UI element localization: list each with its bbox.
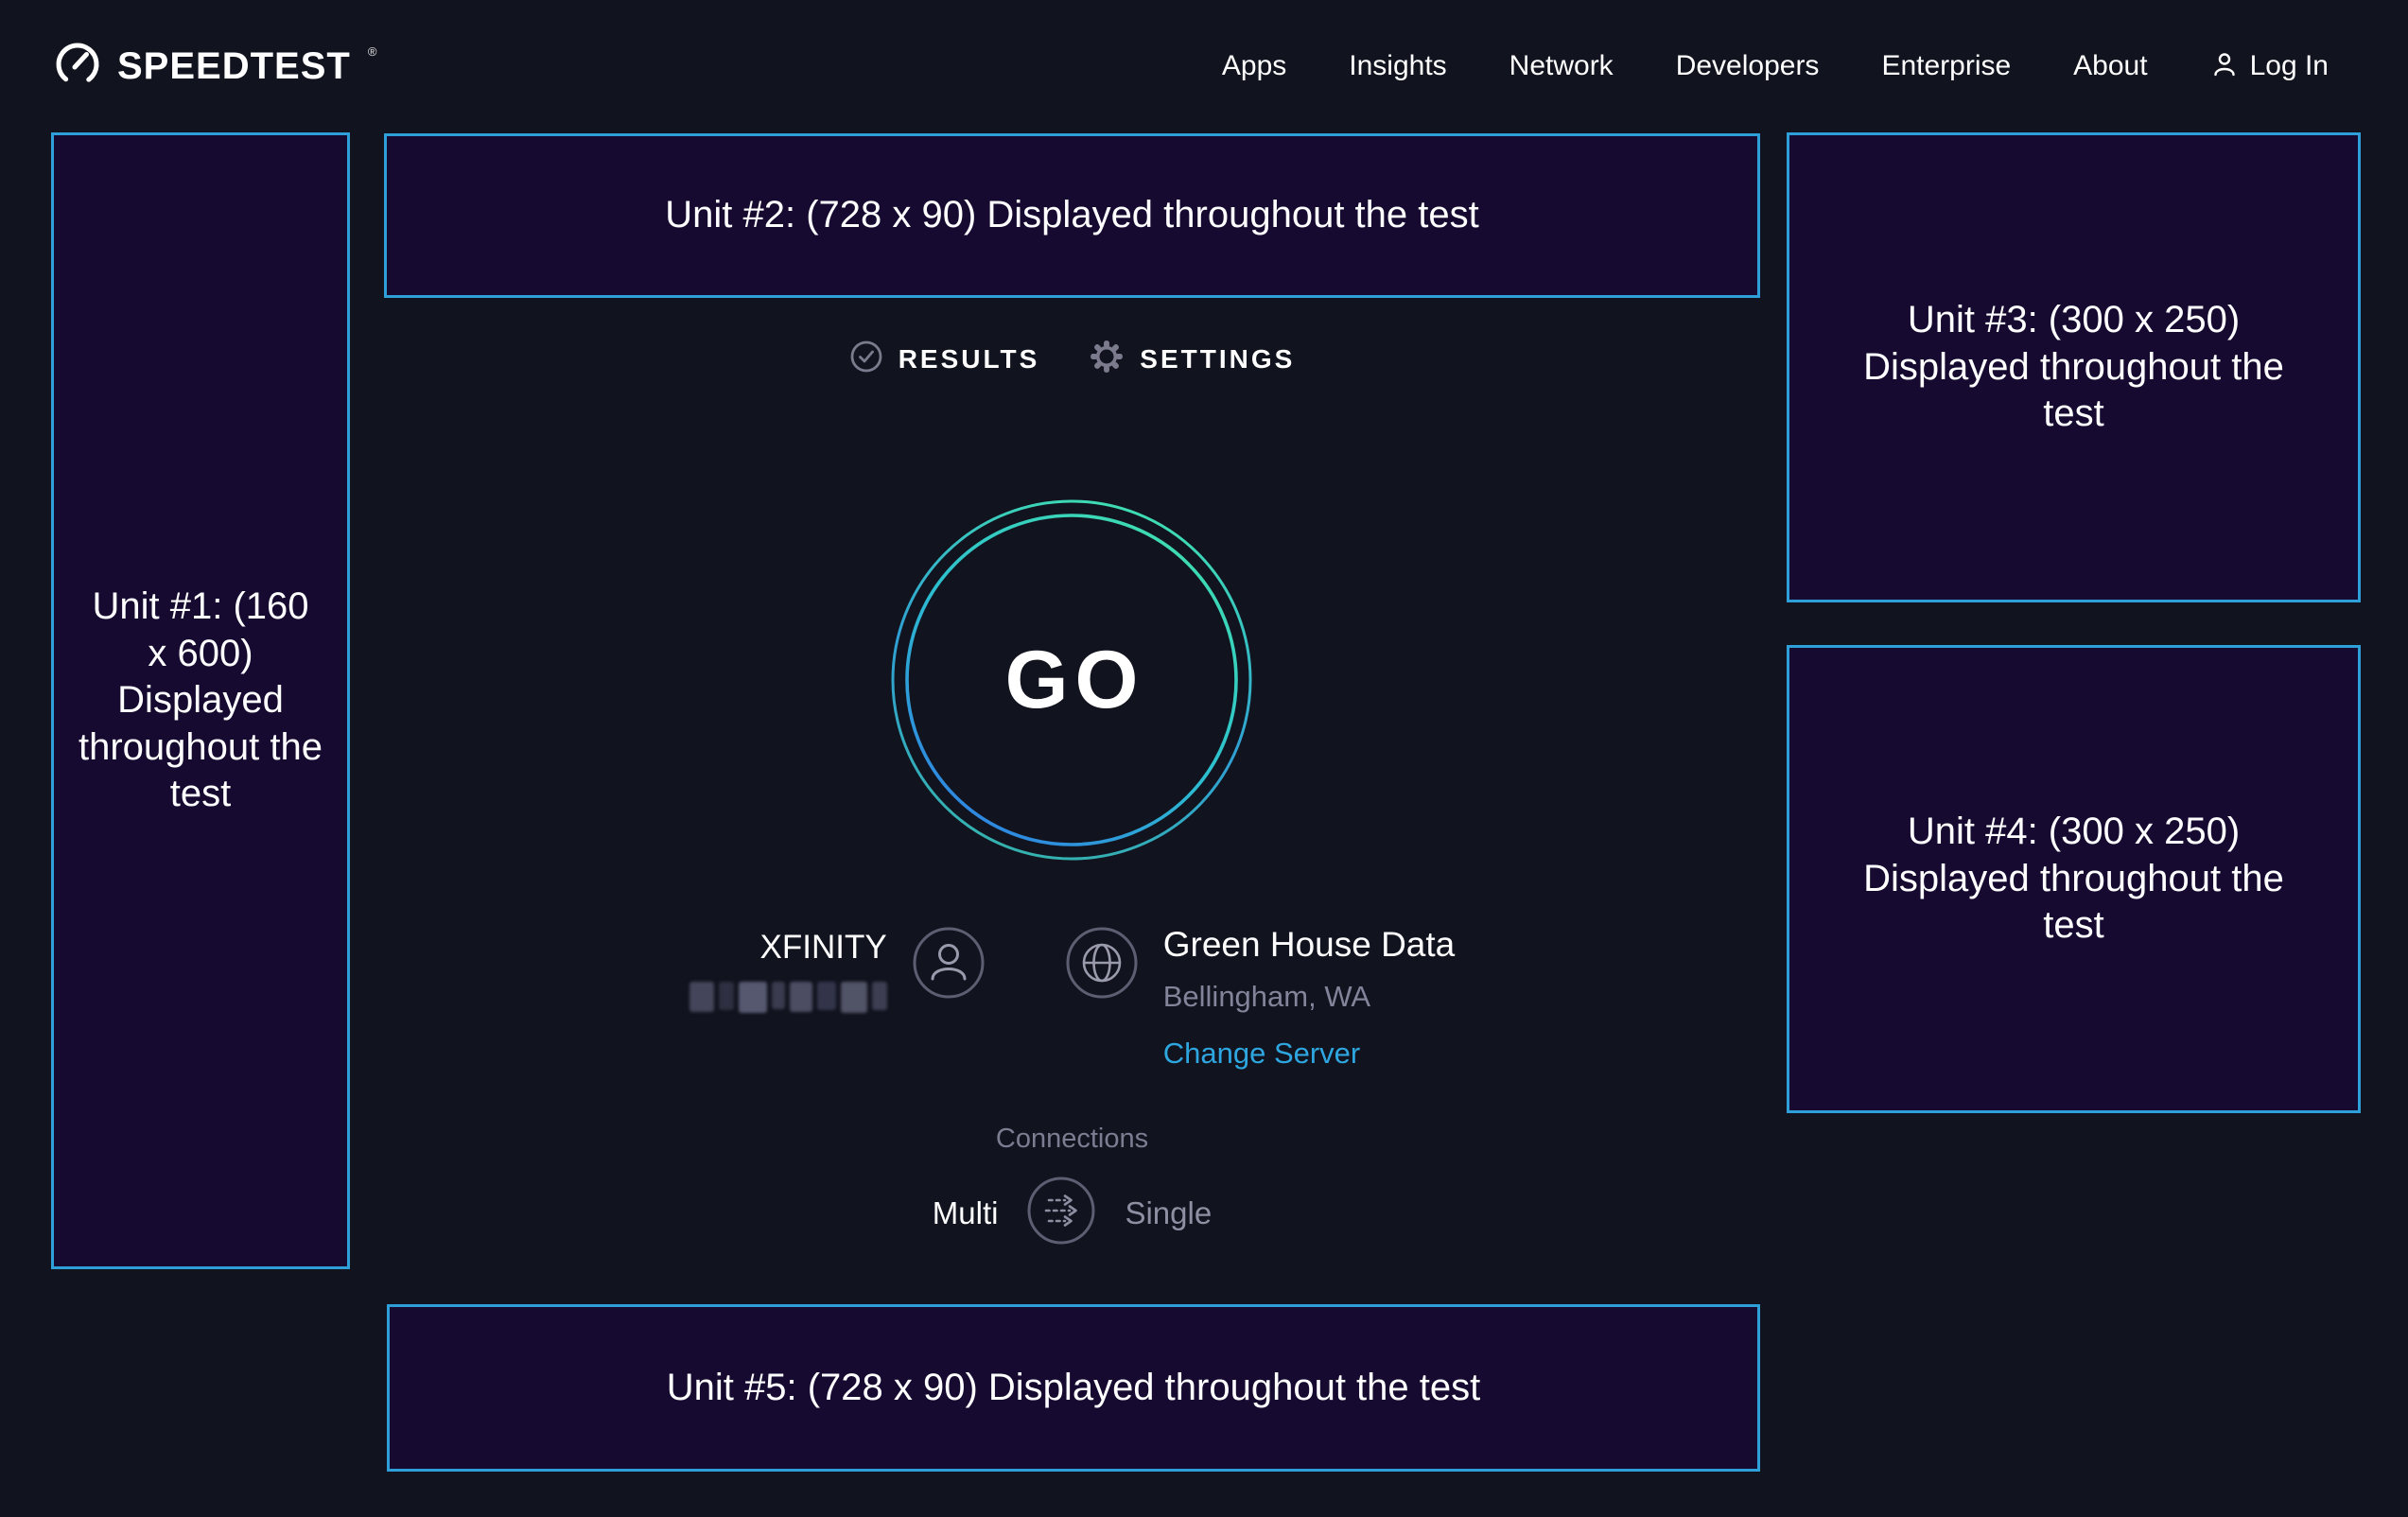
nav-item-network[interactable]: Network: [1509, 50, 1614, 82]
tab-settings[interactable]: SETTINGS: [1089, 339, 1295, 379]
logo-text: SPEEDTEST: [117, 45, 351, 88]
host-info-row: XFINITY: [384, 922, 1760, 1071]
server-block: Green House Data Bellingham, WA Change S…: [1065, 922, 1456, 1071]
ad-unit-5[interactable]: Unit #5: (728 x 90) Displayed throughout…: [387, 1304, 1760, 1472]
go-button[interactable]: GO: [890, 498, 1253, 862]
tab-results-label: RESULTS: [899, 344, 1040, 375]
go-label: GO: [890, 498, 1253, 862]
connections-single-option[interactable]: Single: [1125, 1195, 1212, 1231]
user-icon: [2210, 50, 2239, 83]
login-label: Log In: [2250, 50, 2329, 82]
ad-unit-3[interactable]: Unit #3: (300 x 250) Displayed throughou…: [1787, 132, 2361, 602]
check-circle-icon: [849, 340, 883, 378]
connections-section: Connections Multi Single: [384, 1124, 1760, 1250]
gear-icon: [1089, 339, 1125, 379]
isp-block: XFINITY: [689, 922, 986, 1013]
nav-item-apps[interactable]: Apps: [1222, 50, 1286, 82]
globe-icon: [1065, 926, 1139, 1004]
gauge-icon: [53, 40, 102, 94]
ad-unit-4[interactable]: Unit #4: (300 x 250) Displayed throughou…: [1787, 645, 2361, 1113]
nav-item-enterprise[interactable]: Enterprise: [1881, 50, 2011, 82]
logo-trademark: ®: [368, 44, 377, 59]
server-location: Bellingham, WA: [1163, 980, 1370, 1014]
isp-ip-redacted: [689, 982, 887, 1013]
change-server-link[interactable]: Change Server: [1163, 1037, 1361, 1071]
isp-name: XFINITY: [760, 930, 887, 967]
speedtest-logo[interactable]: SPEEDTEST ®: [53, 40, 376, 94]
header: SPEEDTEST ® Apps Insights Network Develo…: [0, 0, 2408, 132]
isp-user-icon: [912, 926, 986, 1004]
tab-settings-label: SETTINGS: [1140, 344, 1295, 375]
main-nav: Apps Insights Network Developers Enterpr…: [1222, 50, 2329, 83]
tabs-bar: RESULTS SETTINGS: [384, 339, 1760, 379]
nav-item-about[interactable]: About: [2073, 50, 2147, 82]
multi-connections-icon[interactable]: [1026, 1176, 1096, 1250]
login-button[interactable]: Log In: [2210, 50, 2329, 83]
nav-item-developers[interactable]: Developers: [1676, 50, 1820, 82]
connections-multi-option[interactable]: Multi: [933, 1195, 999, 1231]
ad-unit-1[interactable]: Unit #1: (160 x 600) Displayed throughou…: [51, 132, 350, 1269]
ad-unit-2[interactable]: Unit #2: (728 x 90) Displayed throughout…: [384, 133, 1760, 298]
nav-item-insights[interactable]: Insights: [1349, 50, 1446, 82]
tab-results[interactable]: RESULTS: [849, 340, 1040, 378]
server-name: Green House Data: [1163, 926, 1456, 965]
connections-label: Connections: [996, 1124, 1148, 1155]
